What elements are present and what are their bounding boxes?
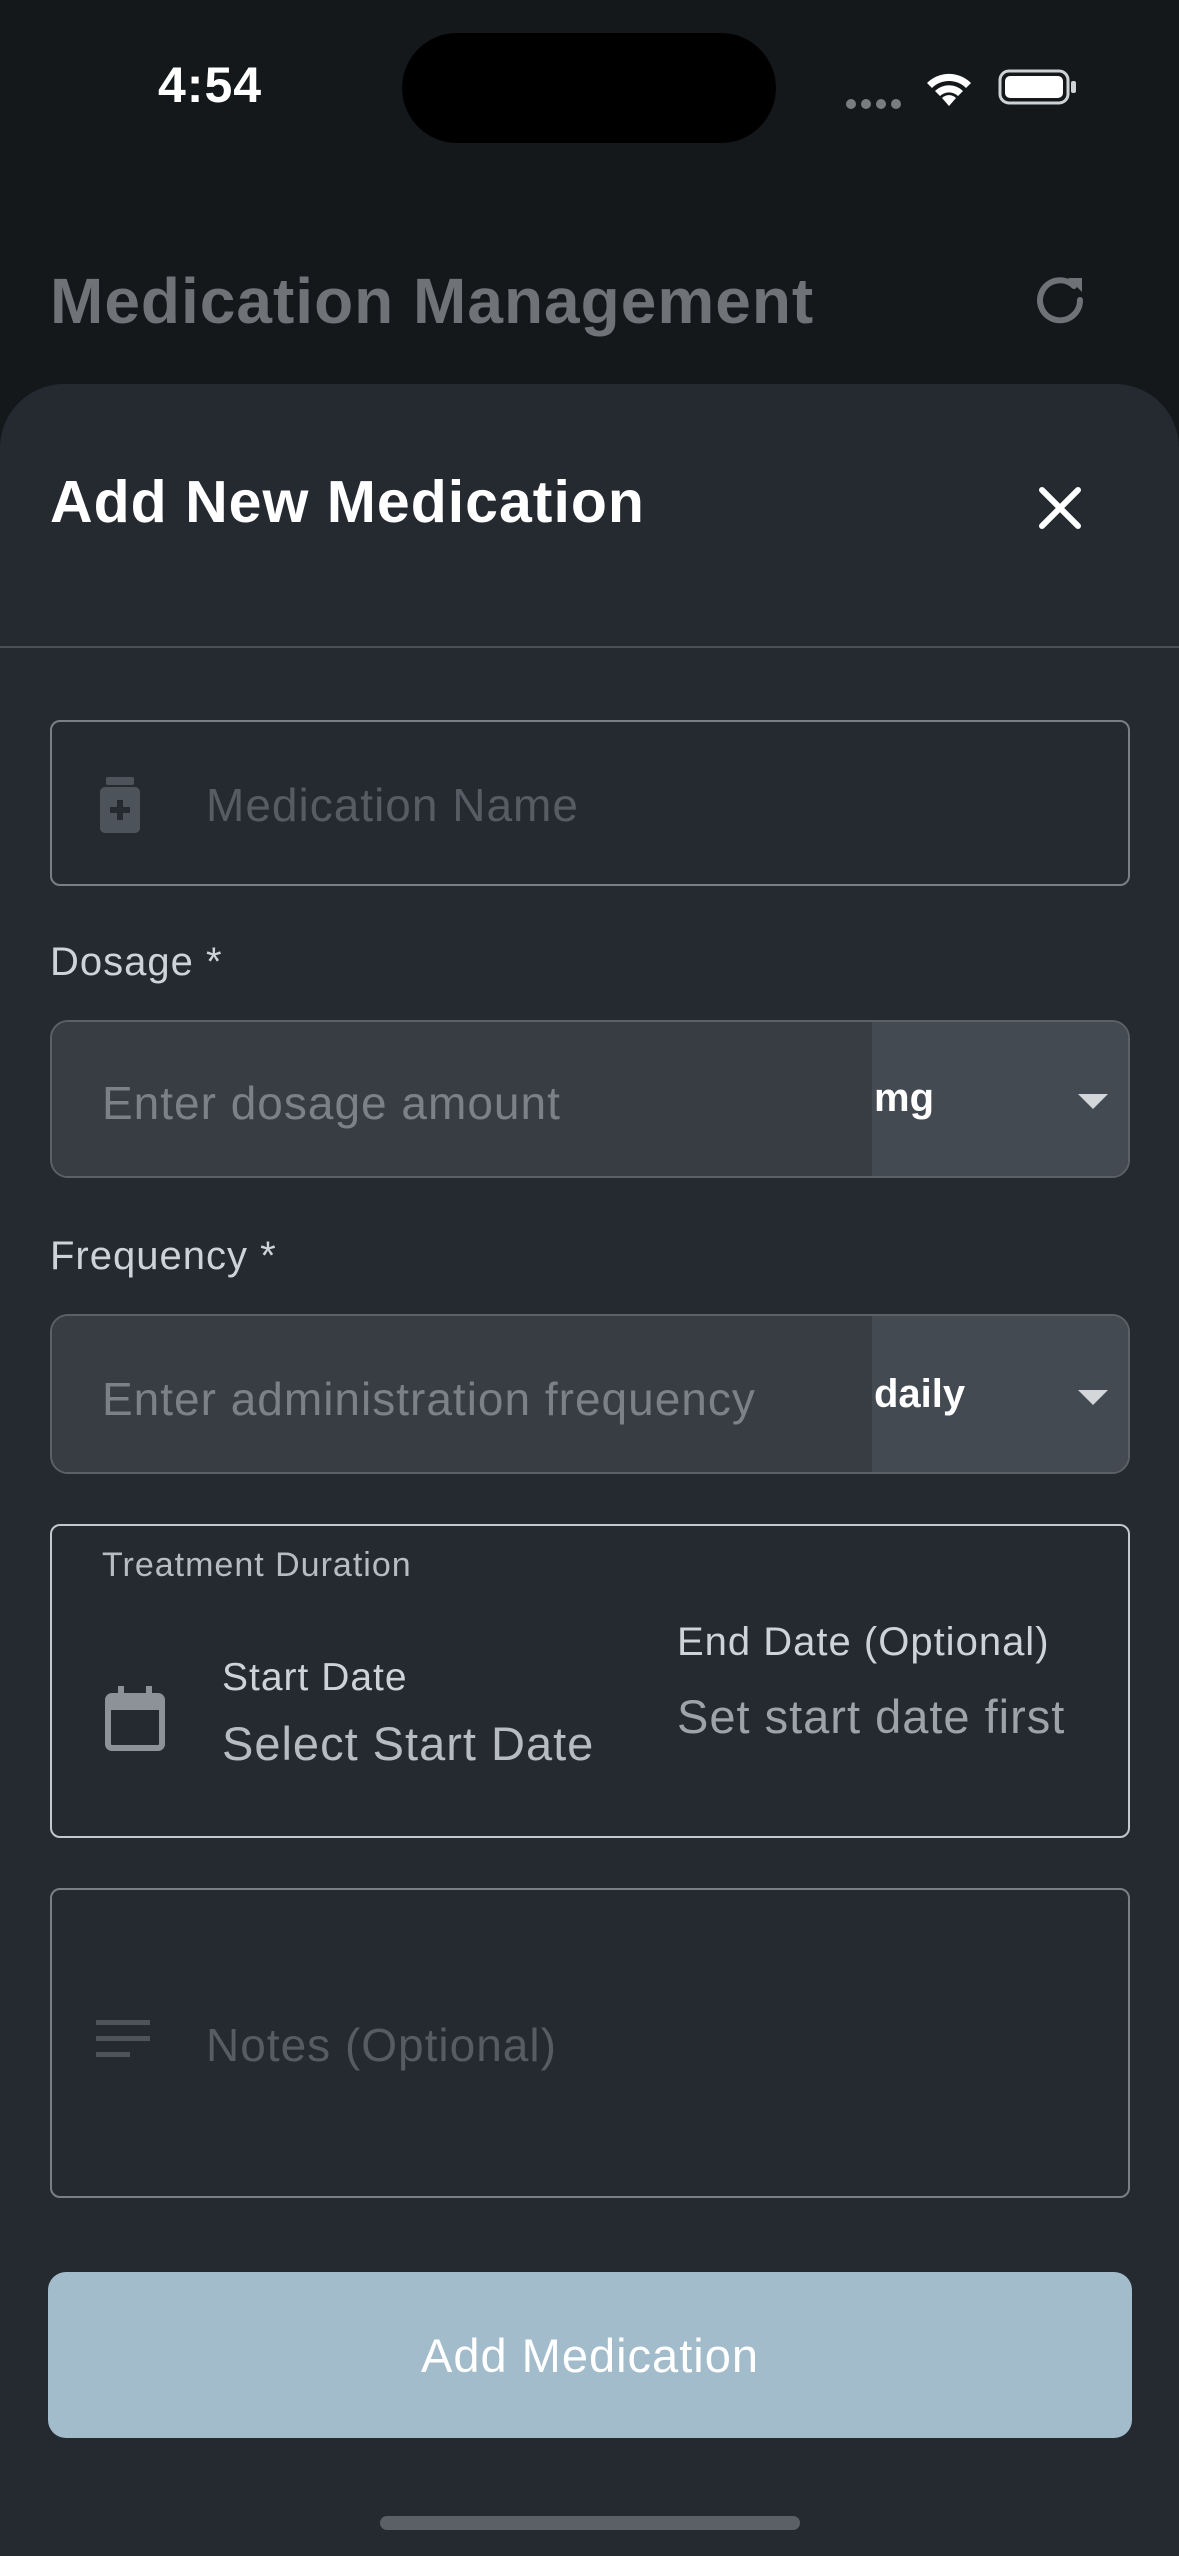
treatment-duration-title: Treatment Duration	[102, 1546, 412, 1584]
dosage-label: Dosage *	[50, 940, 223, 984]
dosage-placeholder: Enter dosage amount	[102, 1077, 561, 1129]
home-indicator	[380, 2516, 800, 2530]
screen: 4:54 Medication Management Add New Medic…	[0, 0, 1179, 2556]
frequency-unit-value: daily	[874, 1372, 966, 1416]
notes-lines-icon	[96, 2020, 150, 2057]
frequency-placeholder: Enter administration frequency	[102, 1373, 756, 1425]
end-date-value: Set start date first	[677, 1690, 1066, 1743]
treatment-duration-box: Treatment Duration Start Date Select Sta…	[50, 1524, 1130, 1838]
battery-icon	[998, 69, 1076, 105]
dynamic-island	[402, 33, 776, 143]
end-date-picker[interactable]: End Date (Optional) Set start date first	[677, 1620, 1117, 1751]
dosage-input[interactable]: Enter dosage amount	[52, 1022, 872, 1176]
start-date-value: Select Start Date	[222, 1717, 595, 1770]
calendar-icon	[105, 1686, 165, 1751]
wifi-icon	[927, 73, 971, 106]
sheet-header: Add New Medication	[0, 384, 1179, 648]
add-medication-button-label: Add Medication	[421, 2328, 759, 2382]
notes-placeholder: Notes (Optional)	[206, 2019, 557, 2071]
sheet-title: Add New Medication	[50, 469, 645, 535]
add-medication-sheet: Add New Medication Medication Name Dosag…	[0, 384, 1179, 2556]
end-date-label: End Date (Optional)	[677, 1620, 1050, 1664]
chevron-down-icon	[1078, 1390, 1108, 1405]
dosage-unit-select[interactable]: mg	[872, 1022, 1128, 1176]
medication-name-placeholder: Medication Name	[206, 779, 579, 831]
frequency-label: Frequency *	[50, 1234, 277, 1278]
start-date-label: Start Date	[222, 1656, 408, 1699]
start-date-picker[interactable]: Start Date Select Start Date	[222, 1656, 594, 1771]
medication-name-field[interactable]: Medication Name	[50, 720, 1130, 886]
pill-bottle-icon	[100, 777, 140, 833]
signal-icon	[846, 96, 906, 109]
frequency-field: Enter administration frequency daily	[50, 1314, 1130, 1474]
frequency-input[interactable]: Enter administration frequency	[52, 1316, 872, 1472]
frequency-unit-select[interactable]: daily	[872, 1316, 1128, 1472]
app-header: Medication Management	[0, 230, 1179, 370]
status-bar: 4:54	[0, 0, 1179, 170]
dosage-unit-value: mg	[874, 1076, 934, 1120]
add-medication-button[interactable]: Add Medication	[48, 2272, 1132, 2438]
app-title: Medication Management	[50, 265, 815, 337]
dosage-field: Enter dosage amount mg	[50, 1020, 1130, 1178]
close-button[interactable]	[1020, 468, 1100, 548]
close-icon	[1039, 487, 1081, 529]
status-time: 4:54	[158, 57, 263, 113]
notes-field[interactable]: Notes (Optional)	[50, 1888, 1130, 2198]
chevron-down-icon	[1078, 1094, 1108, 1109]
refresh-icon[interactable]	[1030, 270, 1090, 330]
